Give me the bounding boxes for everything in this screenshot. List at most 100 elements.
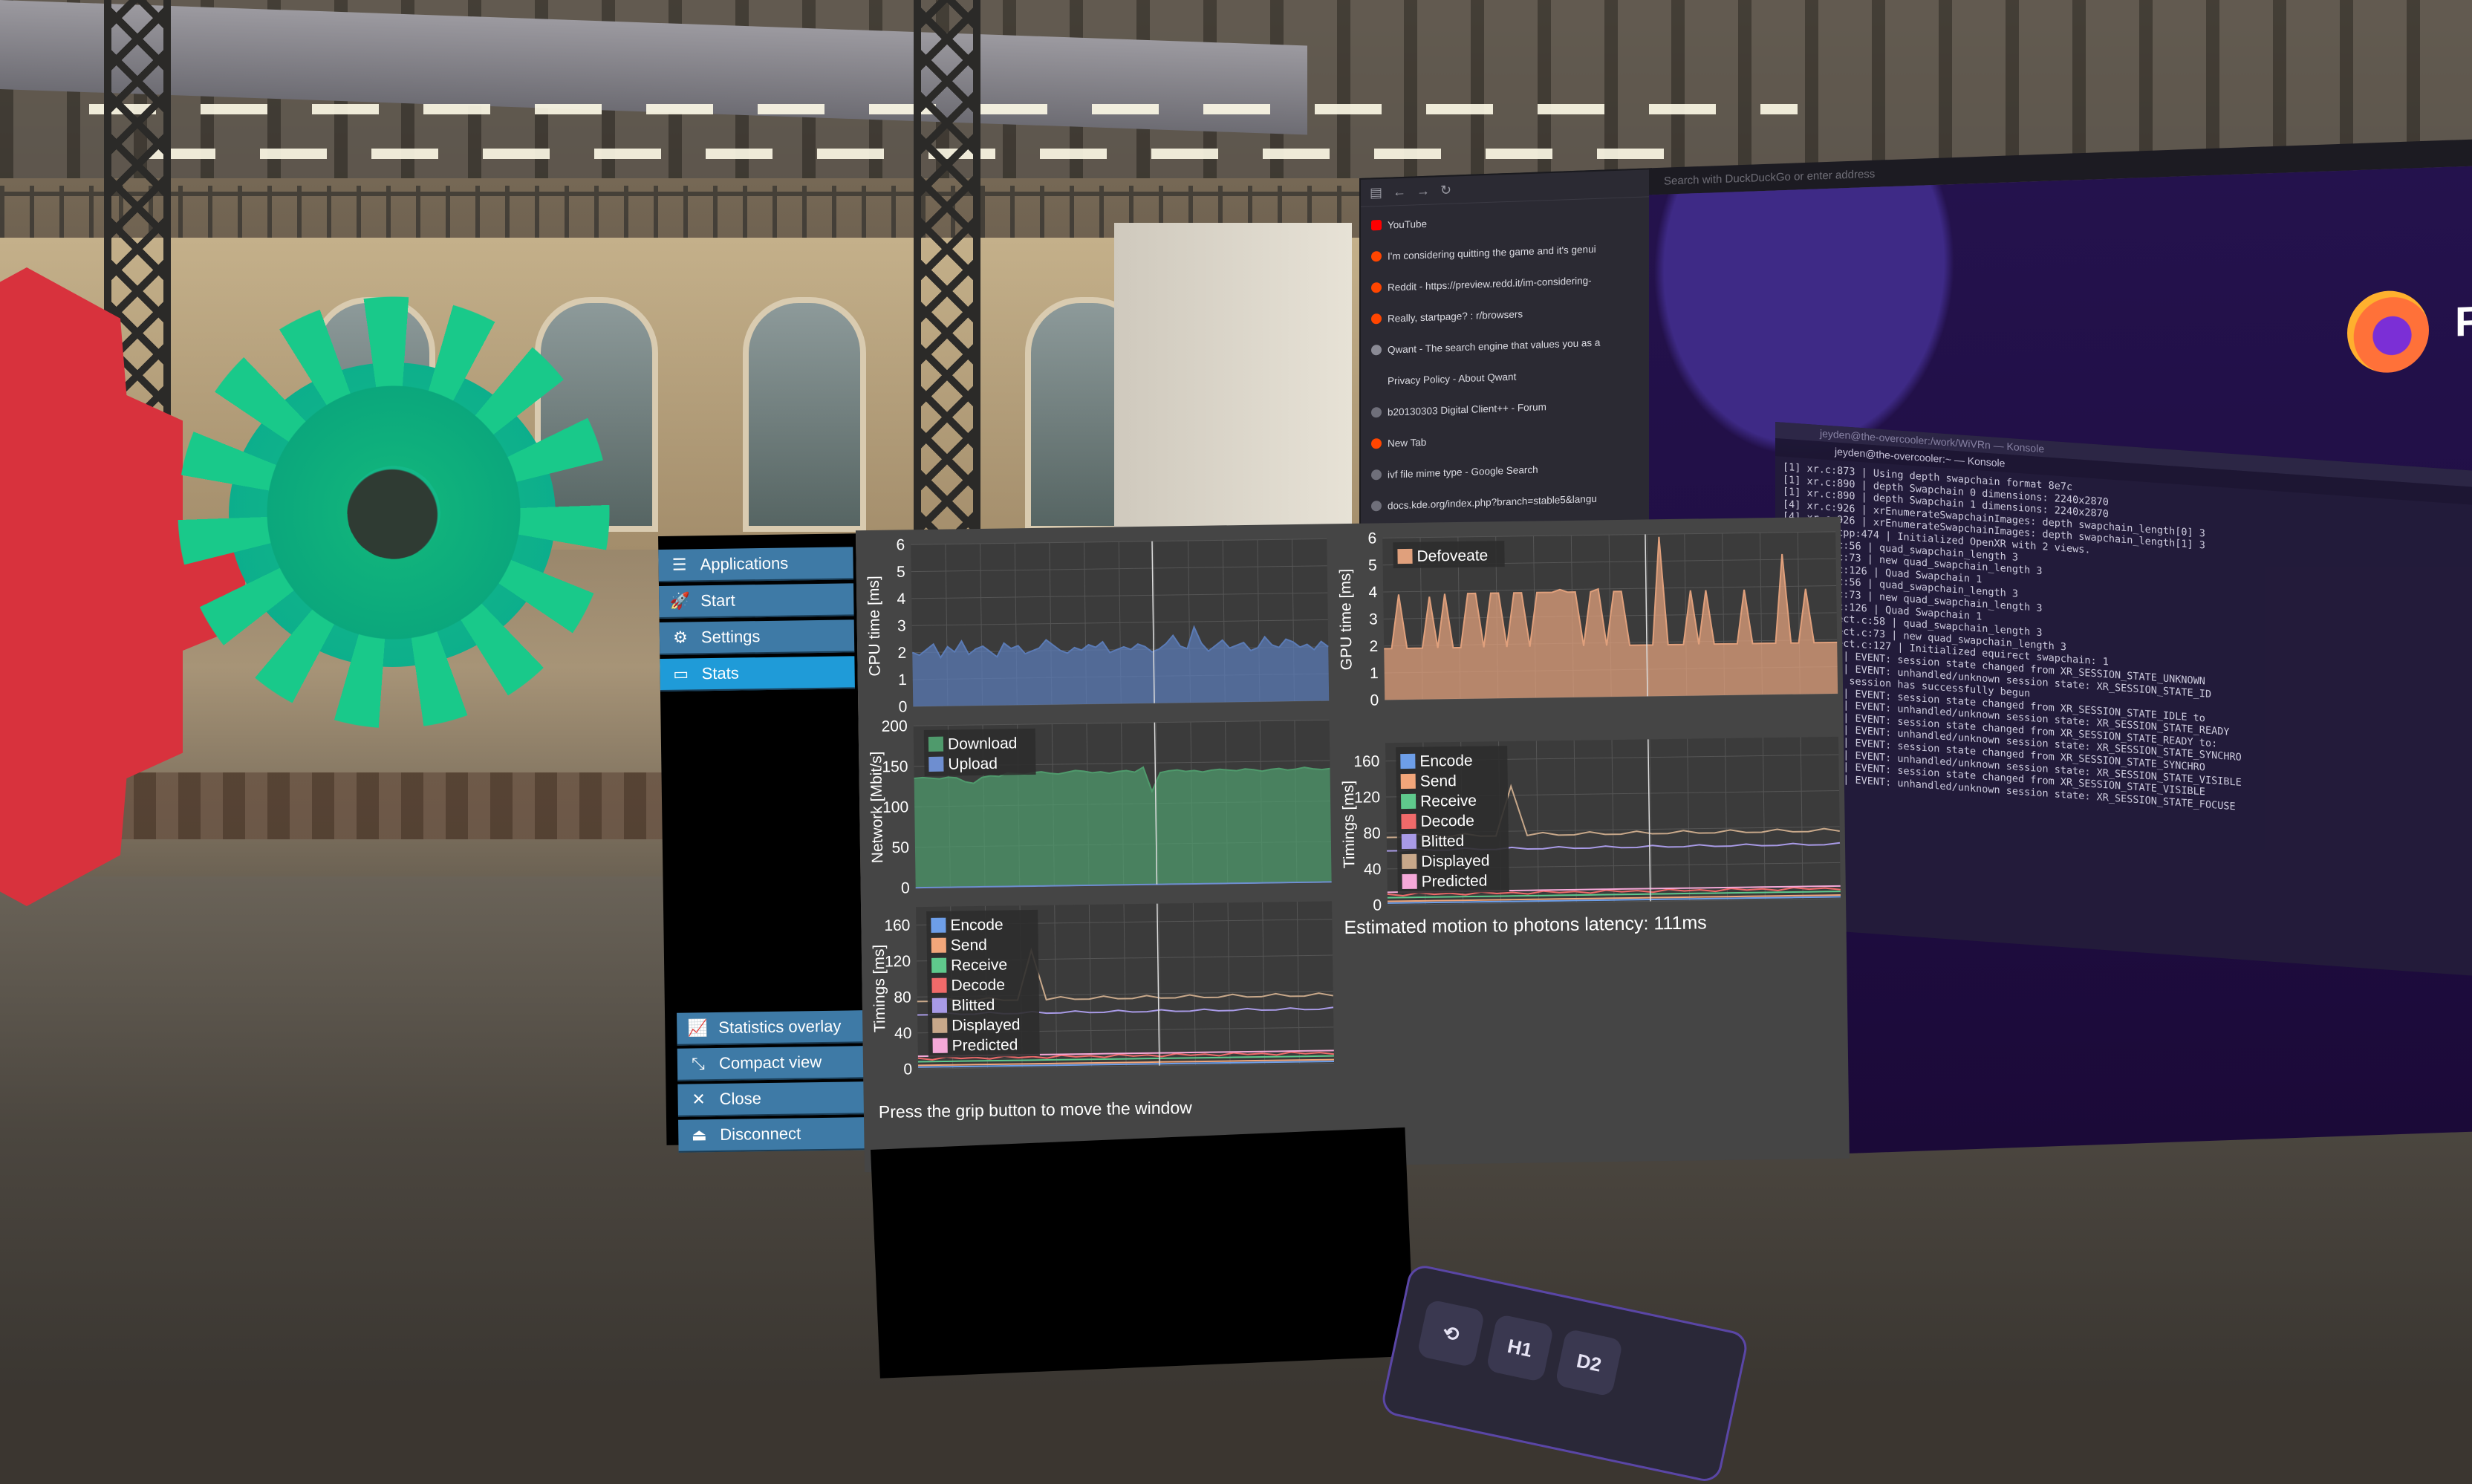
legend-swatch [932, 1018, 948, 1033]
y-tick-label: 3 [897, 617, 906, 634]
y-axis-label: Network [Mbit/s] [868, 752, 886, 864]
legend-swatch [1400, 793, 1416, 810]
legend-swatch [1397, 548, 1413, 564]
legend-label: Displayed [952, 1016, 1021, 1034]
legend-swatch [1401, 833, 1417, 850]
y-tick-label: 160 [884, 917, 910, 934]
y-tick-label: 2 [1369, 638, 1378, 655]
bookmark-label: docs.kde.org/index.php?branch=stable5&la… [1388, 492, 1597, 512]
timings-chart-right: 0 40 80 120 160 Timings [ms] Encode Send Receive… [1338, 731, 1845, 913]
legend-swatch [931, 917, 946, 933]
konsole-window[interactable]: jeyden@the-overcooler:/work/WiVRn — Kons… [1775, 422, 2472, 978]
chart-line-icon: 📈 [687, 1018, 709, 1038]
sidebar-item-disconnect[interactable]: ⏏ Disconnect [678, 1117, 874, 1153]
sidebar-item-label: Statistics overlay [718, 1016, 842, 1037]
legend-label: Predicted [952, 1036, 1018, 1054]
recenter-icon[interactable]: ⟲ [1416, 1298, 1486, 1368]
series-area-0 [914, 767, 1332, 888]
latency-label: Estimated motion to photons latency: 111… [1344, 912, 1707, 939]
monitor-h1-icon[interactable]: H1 [1486, 1313, 1555, 1383]
qwant-icon [1371, 344, 1382, 356]
y-tick-label: 50 [891, 839, 909, 856]
wivrn-stats-window[interactable]: ☰ Applications 🚀 Start ⚙ Settings ▭ Stats 📈 Stati… [658, 516, 1855, 1184]
legend-swatch [931, 977, 947, 993]
cpu-time-chart: 0 1 2 3 4 5 6 CPU time [ms] [863, 533, 1333, 715]
legend-label: Send [951, 937, 987, 954]
legend-swatch [931, 937, 946, 953]
legend-swatch [932, 1038, 948, 1053]
y-tick-label: 150 [882, 758, 908, 775]
timings-decoder-svg: 0 40 80 120 160 Timings [ms] Encode Send Receive… [871, 901, 1335, 1077]
green-gear-teeth [127, 258, 660, 767]
blank-icon [1371, 376, 1382, 386]
legend-label: Defoveate [1416, 547, 1488, 564]
legend-swatch [1402, 853, 1417, 870]
wivrn-sidebar: ☰ Applications 🚀 Start ⚙ Settings ▭ Stats 📈 Stati… [658, 533, 874, 1153]
bookmark-label: ivf file mime type - Google Search [1388, 463, 1538, 481]
legend-label: Decode [951, 977, 1005, 995]
cpu-time-svg: 0 1 2 3 4 5 6 CPU time [ms] [865, 536, 1330, 715]
bookmark-label: Privacy Policy - About Qwant [1388, 371, 1517, 387]
firefox-wordmark: F [2455, 297, 2472, 345]
legend-swatch [1400, 753, 1416, 769]
gpu-time-chart: 0 1 2 3 4 5 6 GPU time [ms] Defoveate [1335, 526, 1842, 708]
timings-encoder-svg: 0 40 80 120 160 Timings [ms] Encode Send Receive… [1340, 736, 1841, 913]
sidebar-item-statistics-overlay[interactable]: 📈 Statistics overlay [677, 1010, 872, 1046]
forward-icon[interactable]: → [1416, 183, 1430, 199]
y-tick-label: 0 [1373, 896, 1382, 913]
sidebar-item-settings[interactable]: ⚙ Settings [659, 619, 855, 655]
arched-window [743, 297, 866, 532]
y-tick-label: 5 [897, 564, 905, 581]
sidebar-item-applications[interactable]: ☰ Applications [658, 547, 853, 582]
close-icon: ✕ [692, 1090, 706, 1109]
sidebar-item-compact-view[interactable]: ⤡ Compact view [677, 1046, 873, 1081]
sidebar-toggle-icon[interactable]: ▤ [1370, 184, 1382, 201]
steel-girder [914, 0, 980, 564]
y-tick-label: 40 [894, 1025, 912, 1042]
disconnect-icon: ⏏ [691, 1125, 707, 1145]
y-tick-label: 100 [882, 798, 908, 816]
y-axis-label: Timings [ms] [871, 945, 889, 1033]
y-tick-label: 5 [1368, 557, 1377, 574]
sidebar-item-start[interactable]: 🚀 Start [658, 583, 854, 619]
rocket-icon: 🚀 [669, 591, 691, 611]
url-placeholder: Search with DuckDuckGo or enter address [1664, 167, 1876, 188]
list-icon: ☰ [671, 555, 687, 574]
reddit-icon [1371, 250, 1382, 262]
y-tick-label: 4 [1368, 584, 1377, 601]
legend-swatch [931, 957, 947, 973]
legend-label: Predicted [1421, 872, 1487, 890]
y-tick-label: 200 [881, 717, 907, 735]
legend-label: Decode [1420, 813, 1474, 830]
monitor-icon: ▭ [673, 664, 689, 683]
y-tick-label: 3 [1369, 611, 1378, 628]
globe-icon [1371, 500, 1382, 512]
bookmarks-list: YouTube I'm considering quitting the game… [1361, 197, 1650, 525]
youtube-icon [1371, 219, 1382, 231]
legend-swatch [1401, 813, 1416, 830]
sidebar-item-label: Settings [700, 627, 761, 647]
sidebar-item-close[interactable]: ✕ Close [677, 1081, 873, 1117]
gpu-time-svg: 0 1 2 3 4 5 6 GPU time [ms] Defoveate [1337, 530, 1838, 708]
legend-swatch [1402, 873, 1417, 890]
back-icon[interactable]: ← [1393, 183, 1406, 200]
y-tick-label: 80 [894, 989, 911, 1006]
legend-label: Receive [1420, 793, 1477, 810]
bookmark-label: New Tab [1388, 436, 1427, 449]
sidebar-item-label: Stats [701, 663, 739, 683]
y-tick-label: 1 [1370, 665, 1379, 682]
sidebar-item-label: Applications [700, 553, 789, 574]
sidebar-item-label: Close [719, 1089, 762, 1108]
sidebar-item-stats[interactable]: ▭ Stats [660, 656, 855, 691]
legend-label: Blitted [1421, 833, 1465, 850]
y-tick-label: 160 [1353, 753, 1379, 770]
y-axis-label: CPU time [ms] [865, 576, 884, 677]
legend-label: Send [1420, 772, 1457, 790]
y-tick-label: 6 [896, 536, 905, 553]
globe-icon [1371, 406, 1382, 418]
stats-main-area: 0 1 2 3 4 5 6 CPU time [ms] 0 1 2 3 4 5 6 GPU time [ms… [855, 516, 1850, 1173]
grip-hint: Press the grip button to move the window [878, 1098, 1192, 1122]
monitor-d2-icon[interactable]: D2 [1554, 1328, 1624, 1397]
reload-icon[interactable]: ↻ [1440, 182, 1451, 198]
terminal-output[interactable]: [1] xr.c:873 | Using depth swapchain for… [1775, 456, 2472, 836]
